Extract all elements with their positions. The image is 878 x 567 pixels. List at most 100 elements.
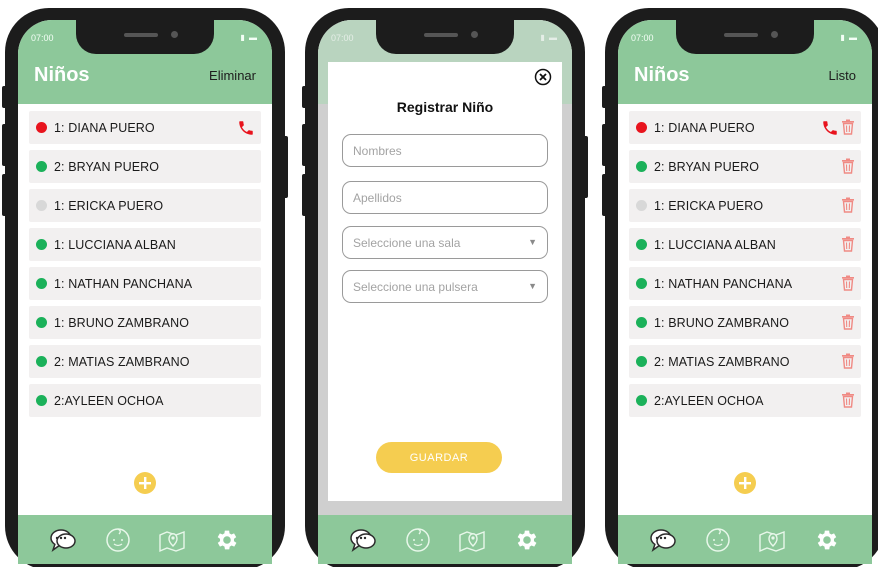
child-name: 1: NATHAN PANCHANA <box>54 276 193 291</box>
trash-icon[interactable] <box>841 275 855 296</box>
status-dot <box>636 395 647 406</box>
room-select-value: Seleccione una sala <box>353 235 461 250</box>
bracelet-select[interactable]: Seleccione una pulsera ▼ <box>342 270 548 303</box>
call-icon[interactable] <box>237 119 255 142</box>
trash-icon[interactable] <box>841 353 855 374</box>
list-item[interactable]: 1: NATHAN PANCHANA <box>29 267 261 300</box>
status-time: 07:00 <box>631 33 654 43</box>
child-name: 2: MATIAS ZAMBRANO <box>654 354 790 369</box>
list-item[interactable]: 1: BRUNO ZAMBRANO <box>629 306 861 339</box>
list-item[interactable]: 2: MATIAS ZAMBRANO <box>629 345 861 378</box>
trash-icon[interactable] <box>841 197 855 218</box>
list-item[interactable]: 1: NATHAN PANCHANA <box>629 267 861 300</box>
trash-icon[interactable] <box>841 392 855 413</box>
status-dot <box>636 122 647 133</box>
status-icons: ▮ ▬ <box>840 33 858 42</box>
status-dot <box>36 317 47 328</box>
list-item[interactable]: 2:AYLEEN OCHOA <box>29 384 261 417</box>
add-child-button[interactable] <box>734 472 756 494</box>
modal-title: Registrar Niño <box>396 99 494 115</box>
save-button[interactable]: GUARDAR <box>376 442 502 473</box>
gear-icon[interactable] <box>812 525 842 555</box>
status-dot <box>36 239 47 250</box>
list-item[interactable]: 1: ERICKA PUERO <box>29 189 261 222</box>
status-dot <box>636 239 647 250</box>
child-name: 2:AYLEEN OCHOA <box>654 393 764 408</box>
gear-icon[interactable] <box>512 525 542 555</box>
surnames-field[interactable]: Apellidos <box>342 181 548 214</box>
baby-icon[interactable] <box>103 525 133 555</box>
baby-icon[interactable] <box>703 525 733 555</box>
child-name: 1: BRUNO ZAMBRANO <box>54 315 190 330</box>
bottom-nav <box>318 515 572 564</box>
close-icon[interactable] <box>534 68 552 91</box>
page-title: Niños <box>34 64 90 86</box>
child-name: 2:AYLEEN OCHOA <box>54 393 164 408</box>
list-item[interactable]: 1: LUCCIANA ALBAN <box>29 228 261 261</box>
child-name: 1: LUCCIANA ALBAN <box>654 237 776 252</box>
status-dot <box>636 200 647 211</box>
room-select[interactable]: Seleccione una sala ▼ <box>342 226 548 259</box>
child-name: 1: BRUNO ZAMBRANO <box>654 315 790 330</box>
list-item[interactable]: 2:AYLEEN OCHOA <box>629 384 861 417</box>
list-item[interactable]: 2: MATIAS ZAMBRANO <box>29 345 261 378</box>
map-icon[interactable] <box>157 525 187 555</box>
map-icon[interactable] <box>757 525 787 555</box>
phone-edit-screen: 07:00 ▮ ▬ Niños Listo 1: DIANA PUERO 2: … <box>602 8 878 567</box>
add-child-button[interactable] <box>134 472 156 494</box>
list-item[interactable]: 1: DIANA PUERO <box>29 111 261 144</box>
status-icons: ▮ ▬ <box>540 33 558 42</box>
children-list: 1: DIANA PUERO 2: BRYAN PUERO 1: ERICKA … <box>629 111 861 423</box>
status-time: 07:00 <box>31 33 54 43</box>
trash-icon[interactable] <box>841 119 855 140</box>
phone-form-screen: 07:00 ▮ ▬ Registrar Niño Nombres Apellid… <box>302 8 588 567</box>
status-dot <box>636 356 647 367</box>
register-child-modal: Registrar Niño Nombres Apellidos Selecci… <box>328 62 562 501</box>
done-button[interactable]: Listo <box>829 68 856 83</box>
child-name: 1: LUCCIANA ALBAN <box>54 237 176 252</box>
child-name: 1: DIANA PUERO <box>654 120 755 135</box>
child-name: 2: BRYAN PUERO <box>54 159 160 174</box>
trash-icon[interactable] <box>841 236 855 257</box>
trash-icon[interactable] <box>841 314 855 335</box>
children-list: 1: DIANA PUERO 2: BRYAN PUERO 1: ERICKA … <box>29 111 261 423</box>
list-item[interactable]: 1: LUCCIANA ALBAN <box>629 228 861 261</box>
names-field[interactable]: Nombres <box>342 134 548 167</box>
list-item[interactable]: 2: BRYAN PUERO <box>629 150 861 183</box>
chat-icon[interactable] <box>48 525 78 555</box>
child-name: 1: DIANA PUERO <box>54 120 155 135</box>
bottom-nav <box>618 515 872 564</box>
baby-icon[interactable] <box>403 525 433 555</box>
list-item[interactable]: 1: DIANA PUERO <box>629 111 861 144</box>
call-icon[interactable] <box>821 119 839 142</box>
delete-mode-button[interactable]: Eliminar <box>209 68 256 83</box>
gear-icon[interactable] <box>212 525 242 555</box>
chat-icon[interactable] <box>348 525 378 555</box>
child-name: 2: MATIAS ZAMBRANO <box>54 354 190 369</box>
list-item[interactable]: 1: ERICKA PUERO <box>629 189 861 222</box>
map-icon[interactable] <box>457 525 487 555</box>
trash-icon[interactable] <box>841 158 855 179</box>
status-dot <box>36 356 47 367</box>
child-name: 1: ERICKA PUERO <box>54 198 164 213</box>
page-title: Niños <box>634 64 690 86</box>
status-dot <box>36 278 47 289</box>
dropdown-caret-icon: ▼ <box>528 281 537 291</box>
list-item[interactable]: 1: BRUNO ZAMBRANO <box>29 306 261 339</box>
bottom-nav <box>18 515 272 564</box>
status-icons: ▮ ▬ <box>240 33 258 42</box>
list-item[interactable]: 2: BRYAN PUERO <box>29 150 261 183</box>
status-dot <box>36 395 47 406</box>
phone-list-screen: 07:00 ▮ ▬ Niños Eliminar 1: DIANA PUERO … <box>2 8 288 567</box>
status-time: 07:00 <box>331 33 354 43</box>
child-name: 2: BRYAN PUERO <box>654 159 760 174</box>
bracelet-select-value: Seleccione una pulsera <box>353 279 478 294</box>
status-dot <box>36 200 47 211</box>
status-dot <box>36 161 47 172</box>
phone-notch <box>76 20 214 54</box>
phone-notch <box>676 20 814 54</box>
status-dot <box>636 317 647 328</box>
child-name: 1: ERICKA PUERO <box>654 198 764 213</box>
dropdown-caret-icon: ▼ <box>528 237 537 247</box>
chat-icon[interactable] <box>648 525 678 555</box>
